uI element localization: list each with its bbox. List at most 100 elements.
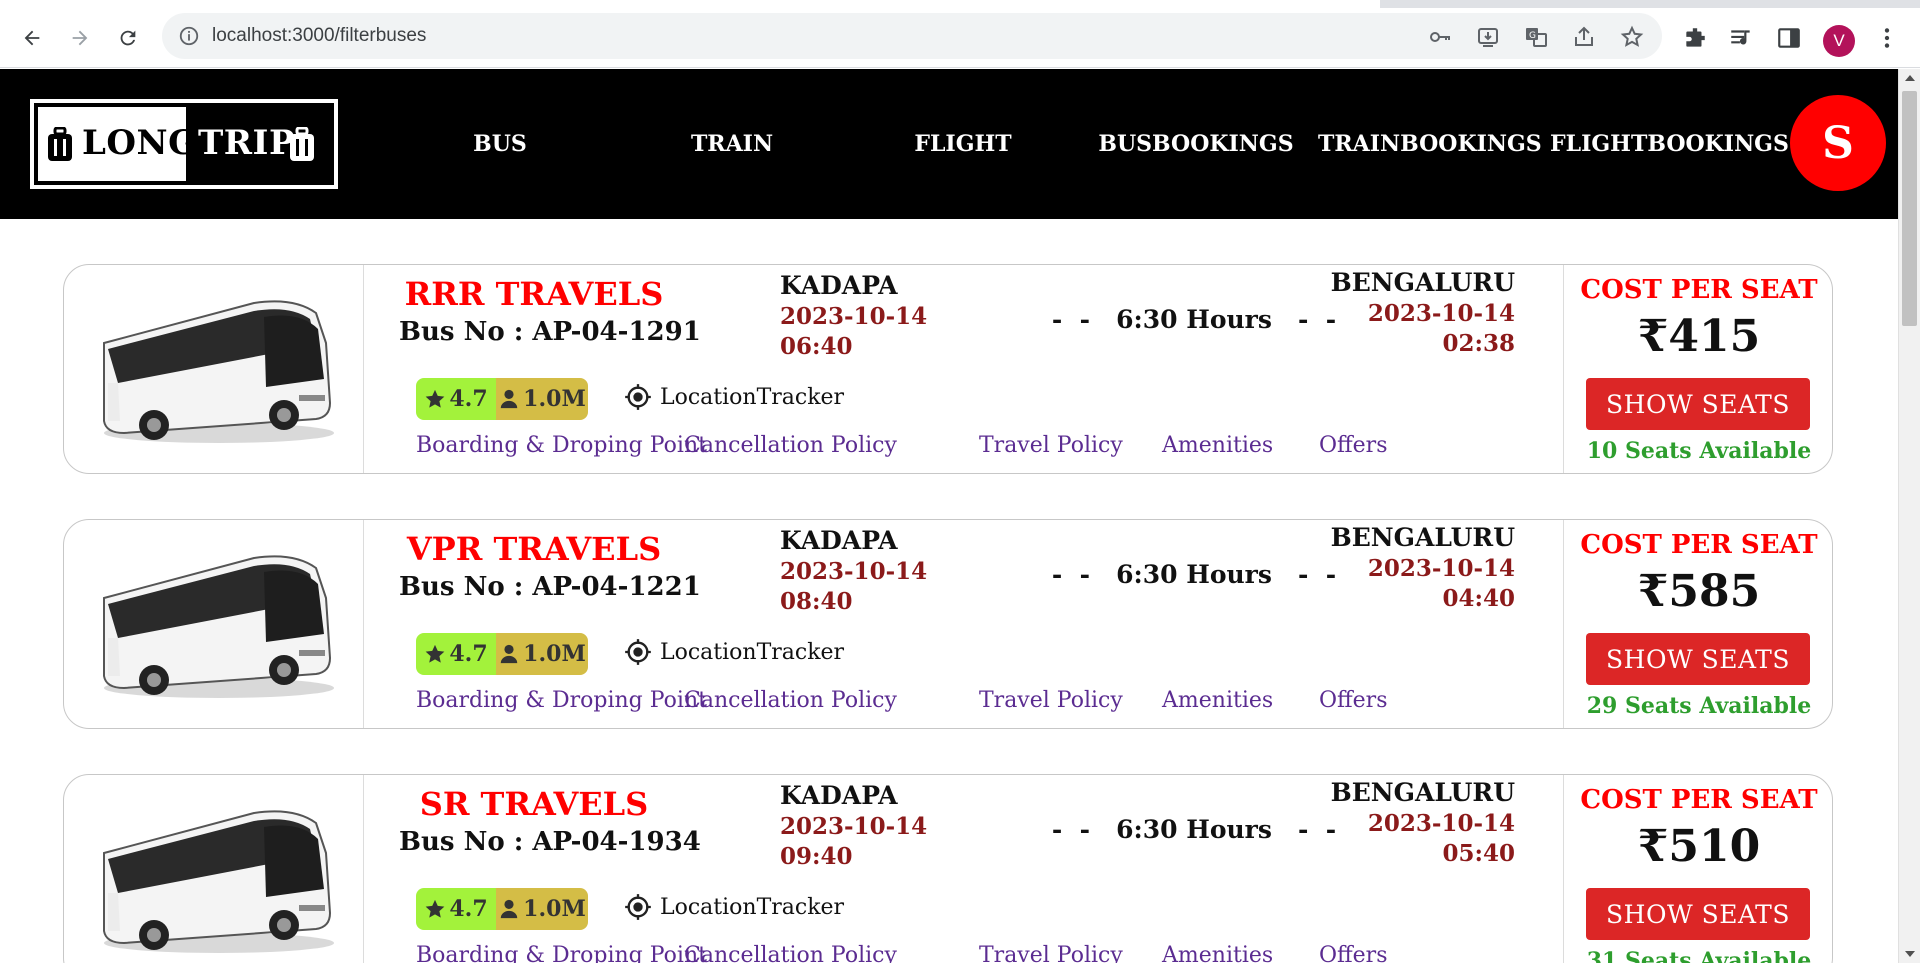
to-city: BENGALURU bbox=[1330, 523, 1515, 552]
scroll-down-icon[interactable] bbox=[1905, 951, 1915, 957]
nav-flightbookings[interactable]: FLIGHTBOOKINGS bbox=[1550, 131, 1789, 157]
reload-button[interactable] bbox=[112, 22, 144, 54]
nav-busbookings[interactable]: BUSBOOKINGS bbox=[1086, 131, 1306, 157]
forward-button[interactable] bbox=[64, 22, 96, 54]
seats-available: 10 Seats Available bbox=[1586, 438, 1812, 464]
departure-date: 2023-10-14 bbox=[780, 303, 928, 330]
location-tracker[interactable]: LocationTracker bbox=[624, 638, 844, 666]
link-offers[interactable]: Offers bbox=[1319, 688, 1388, 713]
page-scrollbar[interactable] bbox=[1898, 69, 1920, 963]
side-panel-icon[interactable] bbox=[1776, 25, 1802, 51]
price-box: COST PER SEAT ₹585 SHOW SEATS 29 Seats A… bbox=[1563, 520, 1833, 728]
seats-available: 29 Seats Available bbox=[1586, 693, 1812, 719]
nav-trainbookings[interactable]: TRAINBOOKINGS bbox=[1318, 131, 1542, 157]
from-city: KADAPA bbox=[780, 271, 898, 300]
rating-badge: 4.7 1.0M bbox=[416, 378, 588, 420]
from-city: KADAPA bbox=[780, 781, 898, 810]
star-icon bbox=[426, 899, 445, 918]
profile-avatar[interactable]: V bbox=[1823, 25, 1855, 57]
user-avatar[interactable]: S bbox=[1790, 95, 1886, 191]
show-seats-button[interactable]: SHOW SEATS bbox=[1586, 378, 1810, 430]
url-text[interactable]: localhost:3000/filterbuses bbox=[212, 25, 426, 47]
link-amenities[interactable]: Amenities bbox=[1162, 688, 1273, 713]
nav-flight[interactable]: FLIGHT bbox=[853, 131, 1073, 157]
departure-time: 09:40 bbox=[780, 843, 853, 870]
extensions-icon[interactable] bbox=[1682, 25, 1708, 51]
cost-value: ₹585 bbox=[1637, 566, 1761, 617]
bookmark-star-icon[interactable] bbox=[1620, 25, 1644, 49]
key-icon[interactable] bbox=[1428, 25, 1452, 49]
location-label: LocationTracker bbox=[660, 639, 845, 665]
location-tracker[interactable]: LocationTracker bbox=[624, 893, 844, 921]
arrival-date: 2023-10-14 bbox=[1367, 810, 1515, 837]
arrival-time: 05:40 bbox=[1442, 840, 1515, 867]
bus-number: Bus No : AP-04-1934 bbox=[399, 827, 701, 857]
logo[interactable]: LONG TRIP bbox=[30, 99, 338, 189]
reload-icon bbox=[120, 30, 136, 46]
trip-duration: - - 6:30 Hours - - bbox=[1051, 560, 1337, 589]
link-cancellation-policy[interactable]: Cancellation Policy bbox=[684, 688, 897, 713]
link-travel-policy[interactable]: Travel Policy bbox=[979, 688, 1123, 713]
link-cancellation-policy[interactable]: Cancellation Policy bbox=[684, 433, 897, 458]
link-cancellation-policy[interactable]: Cancellation Policy bbox=[684, 943, 897, 963]
from-city: KADAPA bbox=[780, 526, 898, 555]
travels-name: SR TRAVELS bbox=[419, 785, 649, 823]
arrival-time: 04:40 bbox=[1442, 585, 1515, 612]
bus-card: SR TRAVELS Bus No : AP-04-1934 KADAPA 20… bbox=[63, 774, 1833, 963]
link-travel-policy[interactable]: Travel Policy bbox=[979, 943, 1123, 963]
cost-label: COST PER SEAT bbox=[1580, 785, 1818, 815]
departure-time: 08:40 bbox=[780, 588, 853, 615]
cost-value: ₹415 bbox=[1637, 311, 1761, 362]
link-boarding-point[interactable]: Boarding & Droping Point bbox=[416, 433, 707, 458]
install-icon[interactable] bbox=[1476, 25, 1500, 49]
nav-train[interactable]: TRAIN bbox=[622, 131, 842, 157]
link-amenities[interactable]: Amenities bbox=[1162, 433, 1273, 458]
scroll-up-icon[interactable] bbox=[1905, 75, 1915, 81]
to-city: BENGALURU bbox=[1330, 778, 1515, 807]
departure-date: 2023-10-14 bbox=[780, 813, 928, 840]
bus-image bbox=[103, 810, 334, 953]
to-city: BENGALURU bbox=[1330, 268, 1515, 297]
location-target-icon bbox=[625, 639, 651, 665]
user-icon bbox=[500, 389, 518, 409]
media-queue-icon[interactable] bbox=[1728, 25, 1754, 51]
star-icon bbox=[426, 389, 445, 408]
bus-card: VPR TRAVELS Bus No : AP-04-1221 KADAPA 2… bbox=[63, 519, 1833, 729]
rating-value: 4.7 bbox=[449, 641, 488, 667]
user-count: 1.0M bbox=[523, 896, 586, 922]
user-count: 1.0M bbox=[523, 386, 586, 412]
link-travel-policy[interactable]: Travel Policy bbox=[979, 433, 1123, 458]
scrollbar-thumb[interactable] bbox=[1902, 91, 1917, 326]
show-seats-button[interactable]: SHOW SEATS bbox=[1586, 888, 1810, 940]
bus-image-box bbox=[64, 520, 364, 728]
link-offers[interactable]: Offers bbox=[1319, 433, 1388, 458]
forward-arrow-icon bbox=[72, 30, 88, 46]
bus-number: Bus No : AP-04-1221 bbox=[399, 572, 701, 602]
link-offers[interactable]: Offers bbox=[1319, 943, 1388, 963]
share-icon[interactable] bbox=[1572, 25, 1596, 49]
user-icon bbox=[500, 644, 518, 664]
more-menu-icon[interactable] bbox=[1874, 25, 1900, 51]
svg-text:G: G bbox=[1529, 31, 1536, 41]
back-button[interactable] bbox=[16, 22, 48, 54]
location-tracker[interactable]: LocationTracker bbox=[624, 383, 844, 411]
travels-name: VPR TRAVELS bbox=[406, 530, 662, 568]
cost-label: COST PER SEAT bbox=[1580, 275, 1818, 305]
address-bar[interactable]: localhost:3000/filterbuses G bbox=[162, 13, 1662, 59]
logo-word-long: LONG bbox=[82, 123, 198, 163]
link-amenities[interactable]: Amenities bbox=[1162, 943, 1273, 963]
bus-number: Bus No : AP-04-1291 bbox=[399, 317, 701, 347]
tab-strip bbox=[0, 0, 1920, 8]
arrival-time: 02:38 bbox=[1442, 330, 1515, 357]
nav-bus[interactable]: BUS bbox=[390, 131, 610, 157]
price-box: COST PER SEAT ₹510 SHOW SEATS 31 Seats A… bbox=[1563, 775, 1833, 963]
link-boarding-point[interactable]: Boarding & Droping Point bbox=[416, 688, 707, 713]
link-boarding-point[interactable]: Boarding & Droping Point bbox=[416, 943, 707, 963]
bus-image bbox=[103, 300, 334, 443]
departure-time: 06:40 bbox=[780, 333, 853, 360]
trip-duration: - - 6:30 Hours - - bbox=[1051, 305, 1337, 334]
translate-icon[interactable]: G bbox=[1524, 25, 1548, 49]
info-icon[interactable] bbox=[178, 25, 200, 47]
back-arrow-icon bbox=[24, 30, 40, 46]
show-seats-button[interactable]: SHOW SEATS bbox=[1586, 633, 1810, 685]
